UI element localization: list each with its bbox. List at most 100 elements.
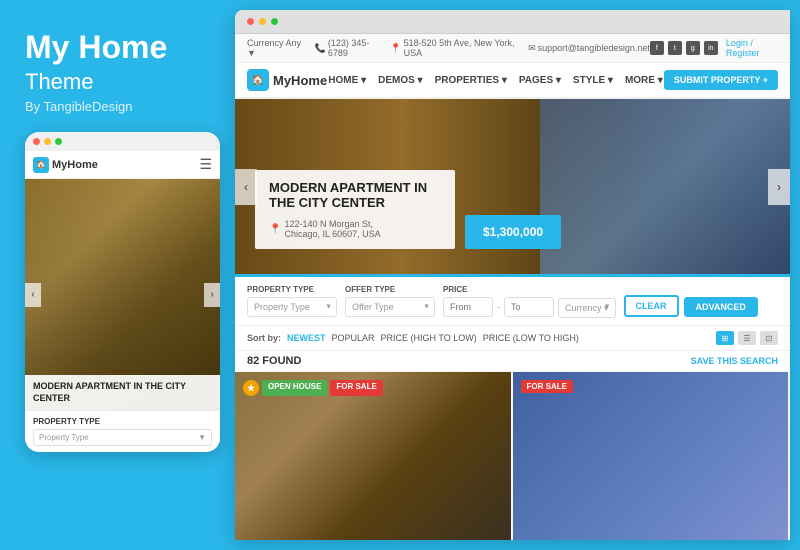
theme-author: By TangibleDesign xyxy=(25,99,215,114)
hero-price-button[interactable]: $1,300,000 xyxy=(465,215,561,249)
nav-more[interactable]: MORE ▾ xyxy=(625,75,663,86)
hero-next-button[interactable]: › xyxy=(768,169,790,205)
desktop-site: Currency Any ▼ 📞 (123) 345-6789 📍 518-52… xyxy=(235,34,790,540)
sort-price-low[interactable]: PRICE (LOW TO HIGH) xyxy=(483,333,579,343)
email-icon: ✉ xyxy=(528,43,536,54)
twitter-icon[interactable]: t xyxy=(668,41,682,55)
nav-logo-text: MyHome xyxy=(273,73,327,88)
left-panel: My Home Theme By TangibleDesign 🏠 MyHome… xyxy=(0,0,235,550)
offer-type-label: OFFER TYPE xyxy=(345,285,435,294)
save-search-link[interactable]: SAVE THIS SEARCH xyxy=(691,356,778,366)
advanced-button[interactable]: ADVANCED xyxy=(684,297,758,317)
search-actions: CLEAR ADVANCED xyxy=(624,295,758,317)
mobile-logo: 🏠 MyHome xyxy=(33,157,98,173)
for-sale-badge-1: FOR SALE xyxy=(330,380,382,396)
mobile-hero-overlay: MODERN APARTMENT IN THE CITY CENTER xyxy=(25,375,220,410)
price-group: PRICE - Currency ▾ xyxy=(443,285,616,317)
mobile-search-input-display[interactable]: Property Type ▼ xyxy=(33,429,212,446)
offer-type-select[interactable]: Offer Type xyxy=(345,297,435,317)
mobile-nav: 🏠 MyHome ☰ xyxy=(25,151,220,179)
sort-section: Sort by: NEWEST POPULAR PRICE (HIGH TO L… xyxy=(247,333,579,343)
site-topbar: Currency Any ▼ 📞 (123) 345-6789 📍 518-52… xyxy=(235,34,790,63)
found-row: 82 FOUND SAVE THIS SEARCH xyxy=(235,351,790,372)
mobile-prev-button[interactable]: ‹ xyxy=(25,283,41,307)
dot-yellow xyxy=(44,138,51,145)
mobile-next-button[interactable]: › xyxy=(204,283,220,307)
mobile-search-label: PROPERTY TYPE xyxy=(33,417,212,426)
nav-home[interactable]: HOME ▾ xyxy=(328,75,366,86)
hero-overlay-box: MODERN APARTMENT IN THE CITY CENTER 📍 12… xyxy=(255,170,455,249)
mobile-search-placeholder: Property Type xyxy=(39,433,89,442)
property-card-2-badges: FOR SALE xyxy=(521,380,573,393)
property-type-select-wrap: Property Type xyxy=(247,297,337,317)
offer-type-group: OFFER TYPE Offer Type xyxy=(345,285,435,317)
mobile-search-arrow: ▼ xyxy=(198,433,206,442)
property-cards: ★ OPEN HOUSE FOR SALE FOR SALE xyxy=(235,372,790,540)
property-type-group: PROPERTY TYPE Property Type xyxy=(247,285,337,317)
mobile-logo-text: MyHome xyxy=(52,159,98,171)
sort-newest[interactable]: NEWEST xyxy=(287,333,326,343)
price-to-input[interactable] xyxy=(504,297,554,317)
price-separator: - xyxy=(497,302,500,312)
nav-pages[interactable]: PAGES ▾ xyxy=(519,75,561,86)
browser-dot-green xyxy=(271,18,278,25)
topbar-phone: 📞 (123) 345-6789 xyxy=(315,38,381,58)
list-view-icon[interactable]: ☰ xyxy=(738,331,756,345)
location-pin-icon: 📍 xyxy=(269,224,281,235)
login-link[interactable]: Login / Register xyxy=(726,38,778,58)
submit-property-button[interactable]: SUBMIT PROPERTY + xyxy=(664,70,778,90)
location-icon: 📍 xyxy=(390,43,401,54)
mobile-logo-icon: 🏠 xyxy=(33,157,49,173)
currency-select-wrap: Currency ▾ xyxy=(558,298,616,316)
right-panel: Currency Any ▼ 📞 (123) 345-6789 📍 518-52… xyxy=(235,10,790,540)
nav-demos[interactable]: DEMOS ▾ xyxy=(378,75,422,86)
topbar-left: Currency Any ▼ 📞 (123) 345-6789 📍 518-52… xyxy=(247,38,650,58)
property-card-2-image xyxy=(513,372,789,540)
sort-price-high[interactable]: PRICE (HIGH TO LOW) xyxy=(381,333,477,343)
mobile-preview: 🏠 MyHome ☰ ‹ › MODERN APARTMENT IN THE C… xyxy=(25,132,220,452)
facebook-icon[interactable]: f xyxy=(650,41,664,55)
google-plus-icon[interactable]: g xyxy=(686,41,700,55)
mobile-search-section: PROPERTY TYPE Property Type ▼ xyxy=(25,410,220,452)
property-card-1-image xyxy=(235,372,511,540)
linkedin-icon[interactable]: in xyxy=(704,41,718,55)
dot-green xyxy=(55,138,62,145)
map-view-icon[interactable]: ⊡ xyxy=(760,331,778,345)
grid-view-icon[interactable]: ⊞ xyxy=(716,331,734,345)
property-type-label: PROPERTY TYPE xyxy=(247,285,337,294)
sort-label: Sort by: xyxy=(247,333,281,343)
social-icons: f t g in xyxy=(650,41,718,55)
browser-dot-yellow xyxy=(259,18,266,25)
dot-red xyxy=(33,138,40,145)
price-from-input[interactable] xyxy=(443,297,493,317)
nav-logo: 🏠 MyHome xyxy=(247,69,327,91)
found-count: 82 FOUND xyxy=(247,355,301,367)
nav-style[interactable]: STYLE ▾ xyxy=(573,75,613,86)
search-bar: PROPERTY TYPE Property Type OFFER TYPE O… xyxy=(235,274,790,326)
results-bar: Sort by: NEWEST POPULAR PRICE (HIGH TO L… xyxy=(235,326,790,351)
theme-title: My Home xyxy=(25,30,215,65)
mobile-top-bar xyxy=(25,132,220,151)
nav-properties[interactable]: PROPERTIES ▾ xyxy=(435,75,507,86)
theme-subtitle: Theme xyxy=(25,69,215,95)
topbar-email: ✉ support@tangibledesign.net xyxy=(528,43,650,54)
price-label: PRICE xyxy=(443,285,616,294)
property-card-2[interactable]: FOR SALE xyxy=(513,372,791,540)
price-currency-select[interactable]: Currency ▾ xyxy=(558,298,616,318)
mobile-hero-title: MODERN APARTMENT IN THE CITY CENTER xyxy=(33,381,212,404)
hero-prev-button[interactable]: ‹ xyxy=(235,169,257,205)
mobile-hero: ‹ › MODERN APARTMENT IN THE CITY CENTER xyxy=(25,179,220,410)
clear-button[interactable]: CLEAR xyxy=(624,295,679,317)
property-card-1[interactable]: ★ OPEN HOUSE FOR SALE xyxy=(235,372,513,540)
site-nav: 🏠 MyHome HOME ▾ DEMOS ▾ PROPERTIES ▾ PAG… xyxy=(235,63,790,99)
submit-property-label: SUBMIT PROPERTY + xyxy=(674,75,768,85)
currency-label: Currency Any ▼ xyxy=(247,38,305,58)
nav-logo-icon: 🏠 xyxy=(247,69,269,91)
property-type-select[interactable]: Property Type xyxy=(247,297,337,317)
topbar-right: f t g in Login / Register xyxy=(650,38,778,58)
property-card-1-badges: ★ OPEN HOUSE FOR SALE xyxy=(243,380,383,396)
sort-popular[interactable]: POPULAR xyxy=(332,333,375,343)
browser-dot-red xyxy=(247,18,254,25)
open-house-badge: OPEN HOUSE xyxy=(262,380,327,396)
hamburger-icon[interactable]: ☰ xyxy=(199,156,212,173)
